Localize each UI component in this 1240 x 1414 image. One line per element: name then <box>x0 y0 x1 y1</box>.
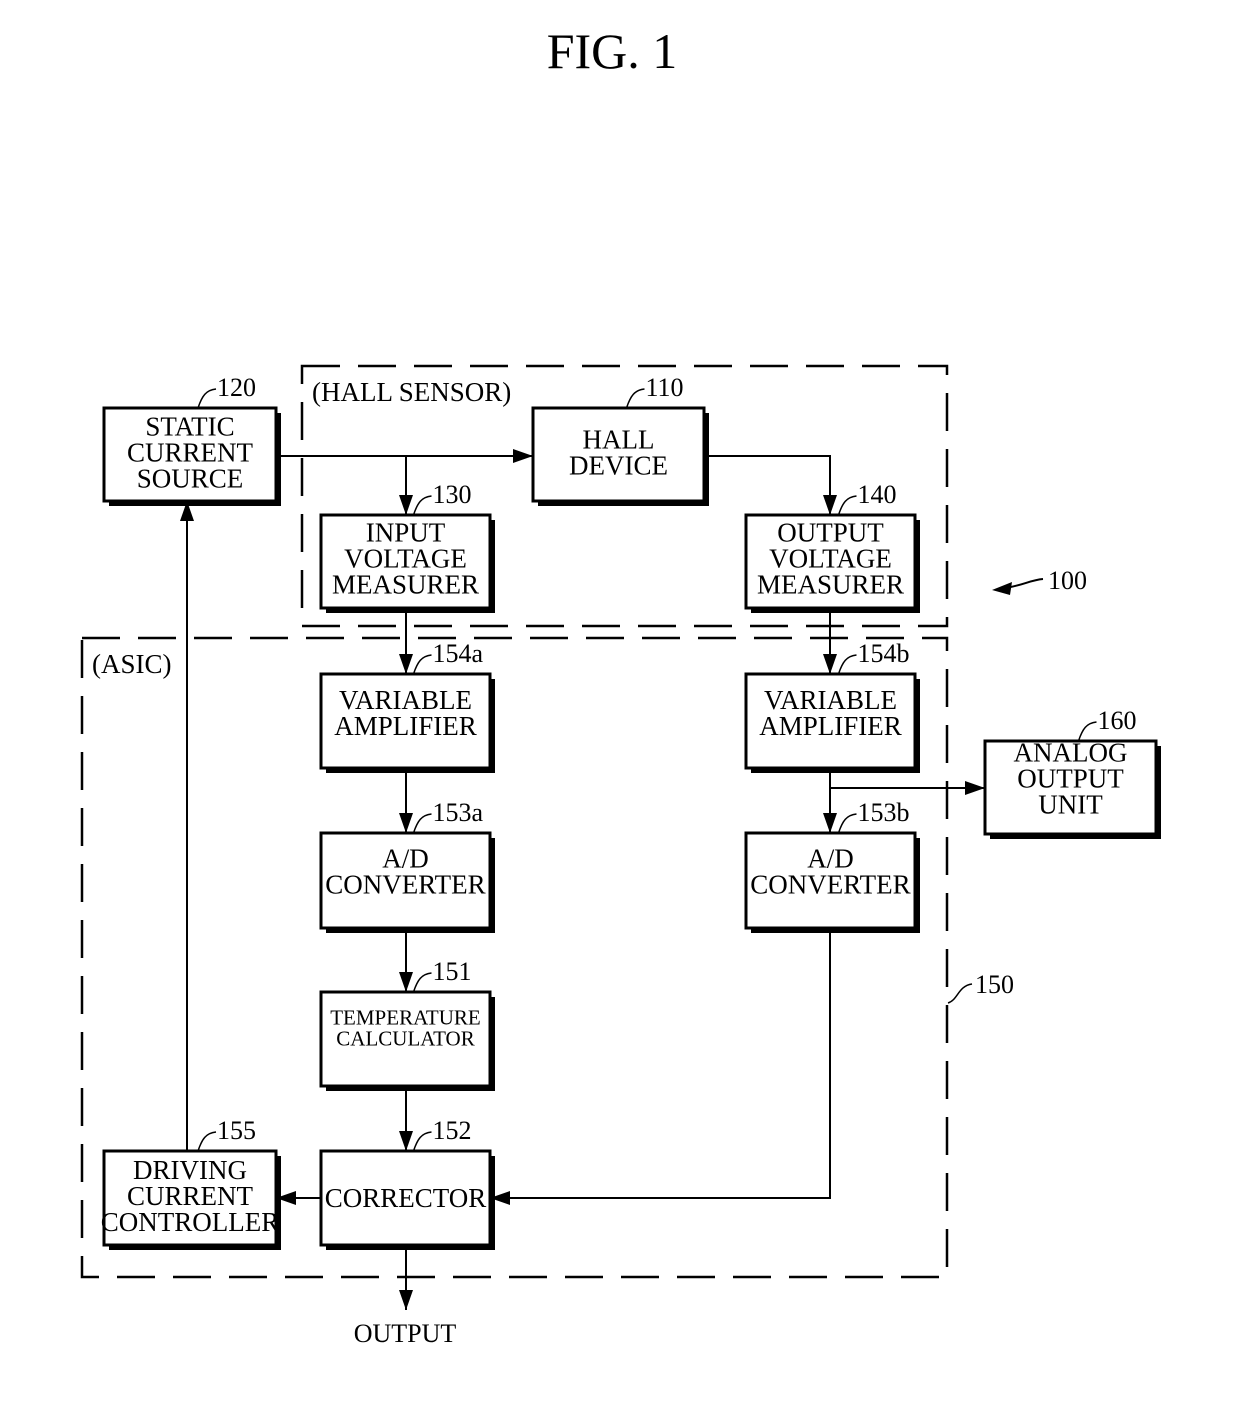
block-label-line: DEVICE <box>569 451 668 481</box>
wire-adc-b-to-corrector <box>490 928 831 1205</box>
ref-number: 120 <box>217 373 256 402</box>
ref-leader <box>197 388 217 409</box>
asic-ref-leader <box>947 983 973 1004</box>
ref-leader <box>197 1131 217 1152</box>
ref-leader <box>412 1131 432 1152</box>
output-label: OUTPUT <box>354 1319 457 1348</box>
block-variable-amplifier-b: VARIABLEAMPLIFIER154b <box>744 639 920 773</box>
block-label-line: AMPLIFIER <box>334 711 477 741</box>
asic-label: (ASIC) <box>92 649 172 679</box>
ref-leader <box>625 388 645 409</box>
ref-leader <box>412 972 432 993</box>
ref-number: 160 <box>1098 706 1137 735</box>
ref-leader <box>412 495 432 516</box>
block-label-line: CONVERTER <box>325 870 485 900</box>
ref-leader <box>837 654 857 675</box>
block-label-line: MEASURER <box>332 570 479 600</box>
block-driving-current-controller: DRIVINGCURRENTCONTROLLER155 <box>101 1116 281 1250</box>
ref-number: 152 <box>433 1116 472 1145</box>
block-diagram: FIG. 1 (HALL SENSOR) (ASIC) 150 100 OUTP… <box>80 23 1161 1348</box>
hall-sensor-label: (HALL SENSOR) <box>312 377 511 407</box>
ref-leader <box>412 813 432 834</box>
system-ref-arrowhead-icon <box>992 582 1012 595</box>
ref-number: 153a <box>433 798 484 827</box>
block-analog-output-unit: ANALOGOUTPUTUNIT160 <box>983 706 1161 839</box>
block-label-line: CONTROLLER <box>101 1207 280 1237</box>
block-label-line: CONVERTER <box>750 870 910 900</box>
block-static-current-source: STATICCURRENTSOURCE120 <box>102 373 281 506</box>
block-output-voltage-measurer: OUTPUTVOLTAGEMEASURER140 <box>744 480 920 613</box>
block-temperature-calculator: TEMPERATURECALCULATOR151 <box>319 957 495 1091</box>
ref-leader <box>412 654 432 675</box>
ref-number: 154a <box>433 639 484 668</box>
block-ad-converter-a: A/DCONVERTER153a <box>319 798 495 933</box>
block-hall-device: HALLDEVICE110 <box>531 373 709 506</box>
system-ref-100: 100 <box>992 566 1087 595</box>
block-label-line: MEASURER <box>757 570 904 600</box>
wire-hall-device-to-output-measurer <box>704 455 837 515</box>
ref-number: 140 <box>858 480 897 509</box>
block-label-line: AMPLIFIER <box>759 711 902 741</box>
block-input-voltage-measurer: INPUTVOLTAGEMEASURER130 <box>319 480 495 613</box>
ref-leader <box>837 813 857 834</box>
ref-number: 153b <box>858 798 910 827</box>
block-label-line: UNIT <box>1038 790 1103 820</box>
ref-number: 151 <box>433 957 472 986</box>
figure-title: FIG. 1 <box>547 23 678 79</box>
asic-ref: 150 <box>975 970 1014 999</box>
ref-number: 154b <box>858 639 910 668</box>
block-corrector: CORRECTOR 152 <box>319 1116 495 1250</box>
ref-number: 130 <box>433 480 472 509</box>
ref-number: 110 <box>646 373 684 402</box>
block-label-line: CALCULATOR <box>336 1027 474 1051</box>
system-ref-label: 100 <box>1048 566 1087 595</box>
block-ad-converter-b: A/DCONVERTER153b <box>744 798 920 933</box>
ref-number: 155 <box>217 1116 256 1145</box>
blocks: STATICCURRENTSOURCE120HALLDEVICE110INPUT… <box>101 373 1161 1250</box>
block-label-line: SOURCE <box>137 464 244 494</box>
block-label-line: CORRECTOR <box>325 1183 487 1213</box>
block-variable-amplifier-a: VARIABLEAMPLIFIER154a <box>319 639 495 773</box>
ref-leader <box>837 495 857 516</box>
